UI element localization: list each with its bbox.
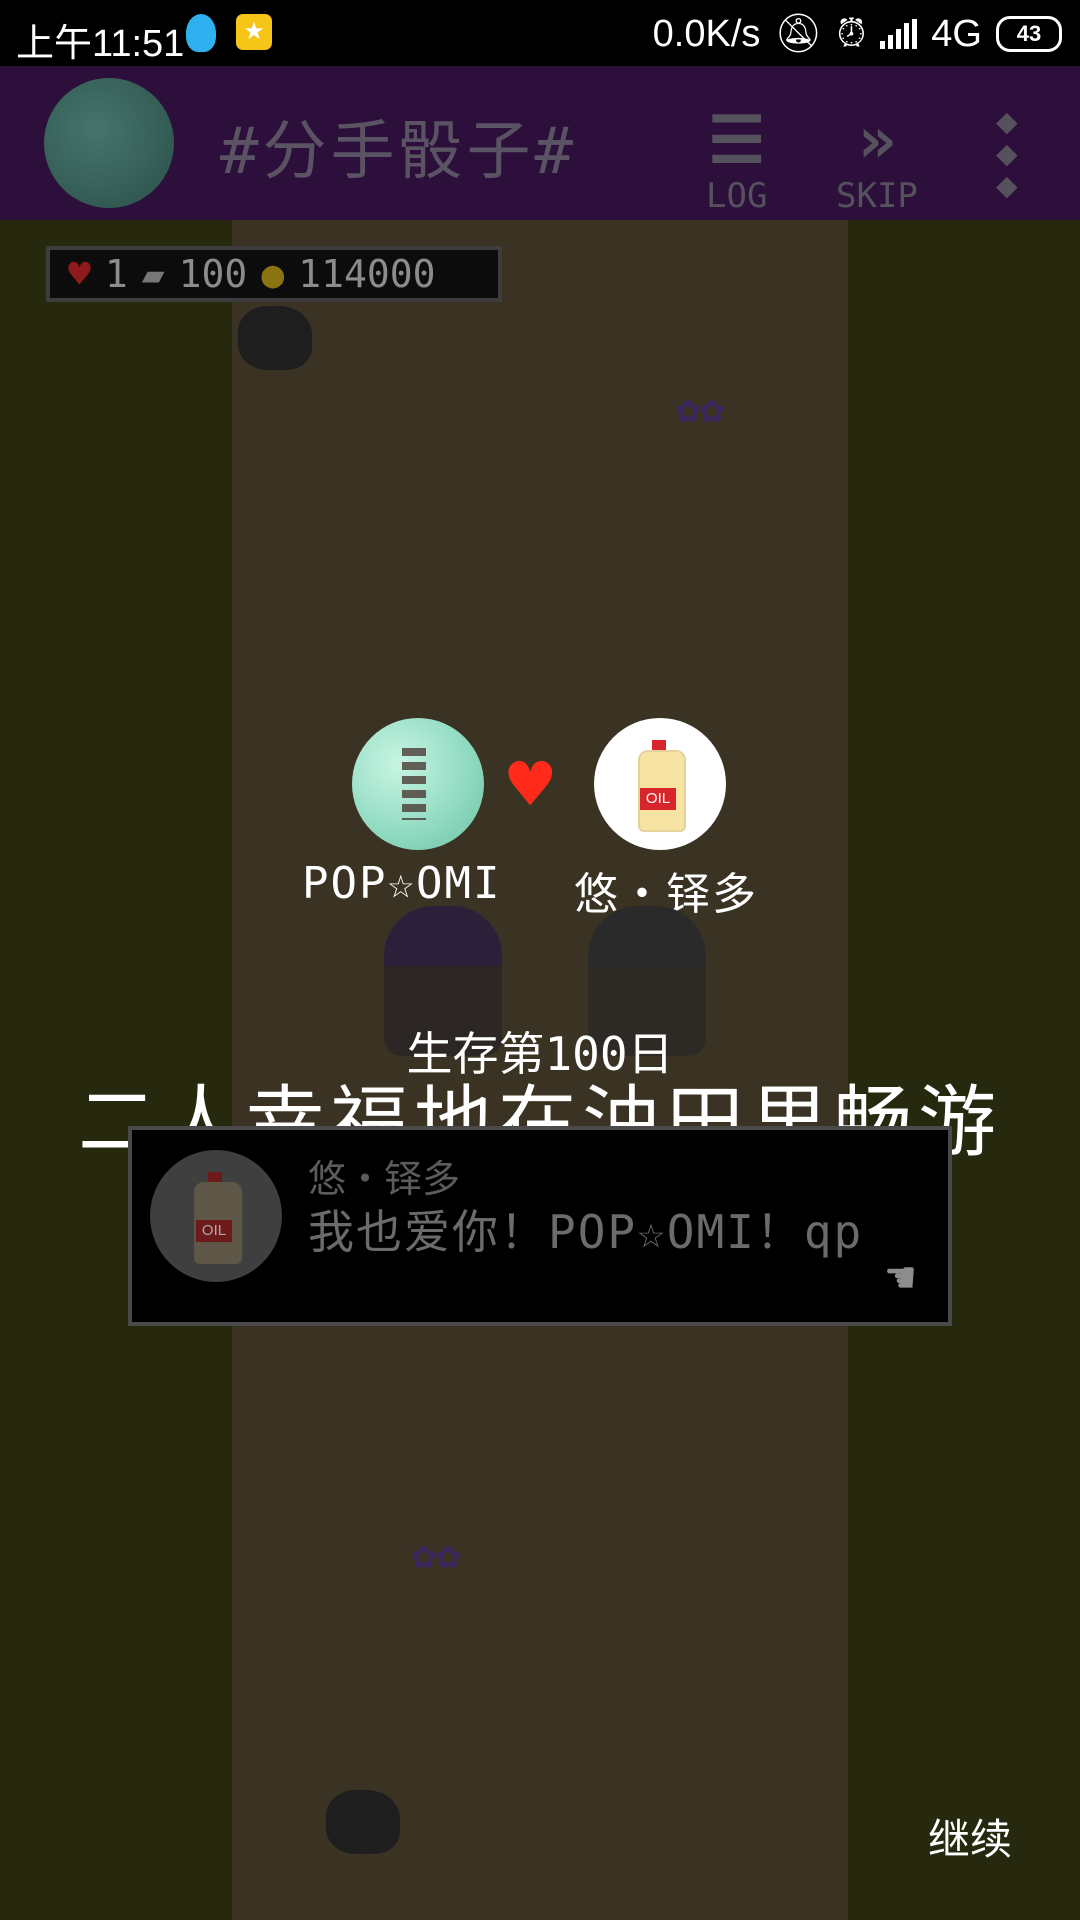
more-icon: ◆ ◆ ◆ <box>996 101 1018 206</box>
pointer-hand-icon: ☚ <box>886 1250 915 1306</box>
page-title: #分手骰子# <box>220 115 578 189</box>
books-count: 100 <box>178 252 248 296</box>
speaker-name: 悠・铎多 <box>308 1157 461 1201</box>
status-bar: 上午11:51 ★ 0.0K/s 🔕︎ ⏰︎ 4G 43 <box>0 0 1080 66</box>
skip-label: SKIP <box>836 176 918 216</box>
log-icon: ☰ <box>708 104 766 178</box>
log-label: LOG <box>706 176 768 216</box>
coins-count: 114000 <box>298 252 436 296</box>
dialog-box[interactable]: OIL 悠・铎多 我也爱你！POP☆OMI！qp ☚ <box>128 1126 952 1326</box>
profile-avatar[interactable] <box>44 78 174 208</box>
more-button[interactable]: ◆ ◆ ◆ <box>996 101 1018 206</box>
clock: 上午11:51 <box>16 23 185 65</box>
continue-button[interactable]: 继续 <box>928 1806 1012 1867</box>
flower-sprite: ✿✿ <box>676 386 725 432</box>
battery-icon: 43 <box>996 16 1062 52</box>
heart-icon: ♥ <box>508 742 553 828</box>
left-player-name: POP☆OMI <box>302 858 502 909</box>
qq-icon <box>186 14 216 52</box>
alarm-icon: ⏰︎ <box>836 12 867 55</box>
ice-cream-avatar <box>352 718 484 850</box>
coin-icon: ● <box>261 252 285 296</box>
app-bar: #分手骰子# ☰ LOG » SKIP ◆ ◆ ◆ <box>0 66 1080 220</box>
speaker-avatar: OIL <box>150 1150 282 1282</box>
network-type: 4G <box>931 12 982 55</box>
flower-sprite: ✿✿ <box>412 1532 461 1578</box>
signal-icon <box>880 19 918 49</box>
rock-sprite <box>238 306 312 370</box>
skip-icon: » <box>857 104 897 178</box>
resource-hud: ♥ 1 ▰ 100 ● 114000 <box>46 246 502 302</box>
heart-icon: ♥ <box>68 252 91 296</box>
app-star-icon: ★ <box>236 14 272 50</box>
dialog-text: 我也爱你！POP☆OMI！qp <box>308 1205 864 1259</box>
mute-bell-icon: 🔕︎ <box>774 13 823 55</box>
network-speed: 0.0K/s <box>652 12 761 55</box>
oil-bottle-avatar: OIL <box>594 718 726 850</box>
hearts-count: 1 <box>104 252 128 296</box>
log-button[interactable]: ☰ LOG <box>706 106 767 216</box>
book-icon: ▰ <box>141 252 165 296</box>
skip-button[interactable]: » SKIP <box>836 106 918 216</box>
rock-sprite <box>326 1790 400 1854</box>
